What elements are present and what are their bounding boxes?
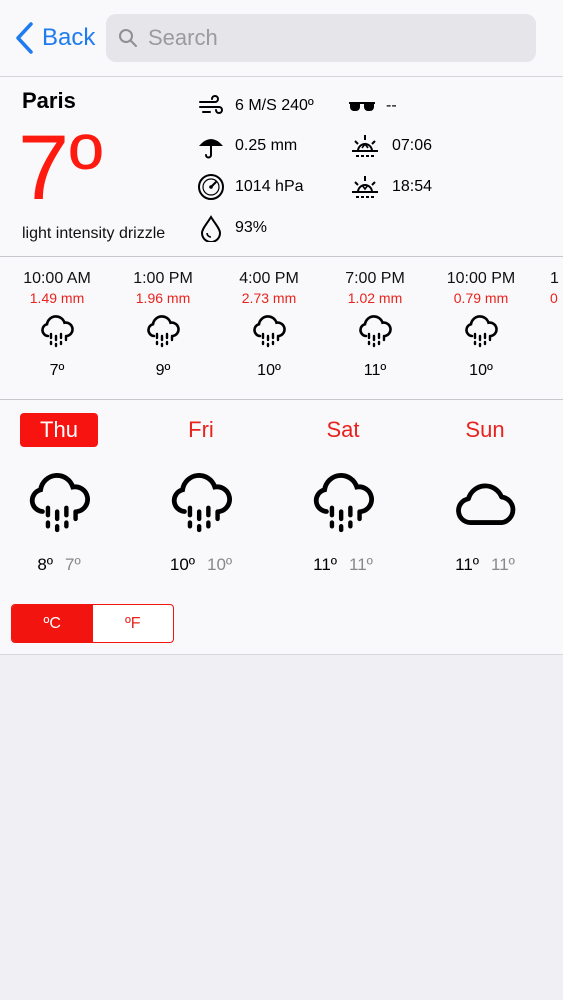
pressure-detail: 1014 hPa bbox=[197, 173, 304, 201]
hourly-item: 4:00 PM 2.73 mm 10º bbox=[214, 270, 324, 380]
hour-temperature: 10º bbox=[469, 362, 493, 379]
humidity-detail: 93% bbox=[197, 214, 267, 242]
day-low: 10º bbox=[207, 555, 233, 574]
hour-precipitation: 1.96 mm bbox=[135, 290, 191, 306]
back-button[interactable]: Back bbox=[14, 20, 95, 56]
droplet-icon bbox=[200, 215, 222, 242]
back-label: Back bbox=[42, 24, 96, 51]
uv-value: -- bbox=[386, 97, 397, 114]
uv-detail: -- bbox=[348, 92, 397, 120]
rain-detail: 0.25 mm bbox=[197, 132, 297, 160]
rain-cloud-icon bbox=[359, 315, 392, 348]
rain-cloud-icon bbox=[41, 315, 74, 348]
day-high: 11º bbox=[455, 555, 479, 574]
hourly-item: 10:00 PM 0.79 mm 10º bbox=[426, 270, 536, 380]
sunrise-icon bbox=[352, 135, 378, 157]
unit-toggle[interactable]: ºC ºF bbox=[11, 604, 174, 643]
day-low: 11º bbox=[349, 555, 373, 574]
search-input[interactable] bbox=[146, 24, 530, 52]
rain-cloud-icon bbox=[308, 471, 378, 541]
search-icon bbox=[119, 29, 137, 47]
wind-value: 6 M/S 240º bbox=[235, 97, 314, 114]
day-high: 11º bbox=[313, 555, 337, 574]
celsius-button[interactable]: ºC bbox=[12, 605, 93, 642]
hour-temperature: 7º bbox=[49, 362, 65, 379]
day-tab[interactable]: Sat bbox=[306, 413, 379, 447]
rain-cloud-icon bbox=[166, 471, 236, 541]
hour-temperature: 10º bbox=[257, 362, 281, 379]
sunset-icon bbox=[352, 176, 378, 198]
rain-value: 0.25 mm bbox=[235, 137, 298, 154]
hourly-item: 7:00 PM 1.02 mm 11º bbox=[320, 270, 430, 380]
fahrenheit-button[interactable]: ºF bbox=[93, 605, 174, 642]
day-high: 10º bbox=[169, 555, 195, 574]
hour-time: 1:00 PM bbox=[133, 270, 193, 287]
day-temperatures: 8º 7º bbox=[0, 555, 119, 575]
hour-precipitation: 0.79 mm bbox=[453, 290, 509, 306]
daily-item[interactable]: Sun 11º 11º bbox=[425, 413, 545, 575]
hour-temperature: 9º bbox=[155, 362, 171, 379]
day-tab-selected[interactable]: Thu bbox=[20, 413, 98, 447]
hour-time: 10:00 PM bbox=[446, 270, 516, 287]
rain-cloud-icon bbox=[465, 315, 498, 348]
day-high: 8º bbox=[37, 555, 53, 574]
daily-item[interactable]: Sat 11º 11º bbox=[283, 413, 403, 575]
hour-time: 1 bbox=[550, 270, 559, 287]
hour-time: 7:00 PM bbox=[345, 270, 405, 287]
hour-temperature: 11º bbox=[363, 362, 387, 379]
hourly-item: 1:00 PM 1.96 mm 9º bbox=[108, 270, 218, 380]
city-name: Paris bbox=[22, 88, 76, 113]
rain-cloud-icon bbox=[147, 315, 180, 348]
sunglasses-icon bbox=[349, 102, 375, 111]
sunrise-value: 07:06 bbox=[392, 137, 433, 154]
daily-item[interactable]: Thu 8º 7º bbox=[0, 413, 119, 575]
day-tab[interactable]: Fri bbox=[168, 413, 234, 447]
chevron-left-icon bbox=[16, 22, 33, 54]
umbrella-icon bbox=[199, 139, 223, 159]
day-tab[interactable]: Sun bbox=[445, 413, 524, 447]
cloud-icon bbox=[450, 471, 520, 541]
rain-cloud-icon bbox=[253, 315, 286, 348]
sunrise-detail: 07:06 bbox=[348, 132, 432, 160]
pressure-value: 1014 hPa bbox=[235, 178, 304, 195]
hour-precipitation: 2.73 mm bbox=[241, 290, 297, 306]
hour-time: 4:00 PM bbox=[239, 270, 299, 287]
gauge-icon bbox=[198, 174, 224, 200]
day-low: 11º bbox=[491, 555, 515, 574]
hourly-item-partial: 1 0 bbox=[550, 270, 563, 306]
hourly-item: 10:00 AM 1.49 mm 7º bbox=[2, 270, 112, 380]
search-bar[interactable] bbox=[106, 14, 536, 62]
sunset-value: 18:54 bbox=[392, 178, 433, 195]
humidity-value: 93% bbox=[235, 219, 268, 236]
hour-time: 10:00 AM bbox=[23, 270, 91, 287]
day-temperatures: 11º 11º bbox=[283, 555, 403, 575]
navigation-bar: Back bbox=[0, 0, 563, 77]
divider bbox=[0, 399, 563, 400]
daily-item[interactable]: Fri 10º 10º bbox=[141, 413, 261, 575]
weather-card: Back Paris 7º light intensity drizzle 6 … bbox=[0, 0, 563, 655]
hour-precipitation: 1.02 mm bbox=[347, 290, 403, 306]
day-low: 7º bbox=[65, 555, 81, 574]
hour-precipitation: 1.49 mm bbox=[29, 290, 85, 306]
day-temperatures: 11º 11º bbox=[425, 555, 545, 575]
weather-description: light intensity drizzle bbox=[22, 225, 166, 242]
current-temperature: 7º bbox=[18, 117, 103, 219]
divider bbox=[0, 256, 563, 257]
hour-precipitation: 0 bbox=[550, 290, 558, 306]
day-temperatures: 10º 10º bbox=[141, 555, 261, 575]
wind-icon bbox=[199, 95, 223, 114]
wind-detail: 6 M/S 240º bbox=[197, 92, 314, 120]
rain-cloud-icon bbox=[24, 471, 94, 541]
sunset-detail: 18:54 bbox=[348, 173, 432, 201]
